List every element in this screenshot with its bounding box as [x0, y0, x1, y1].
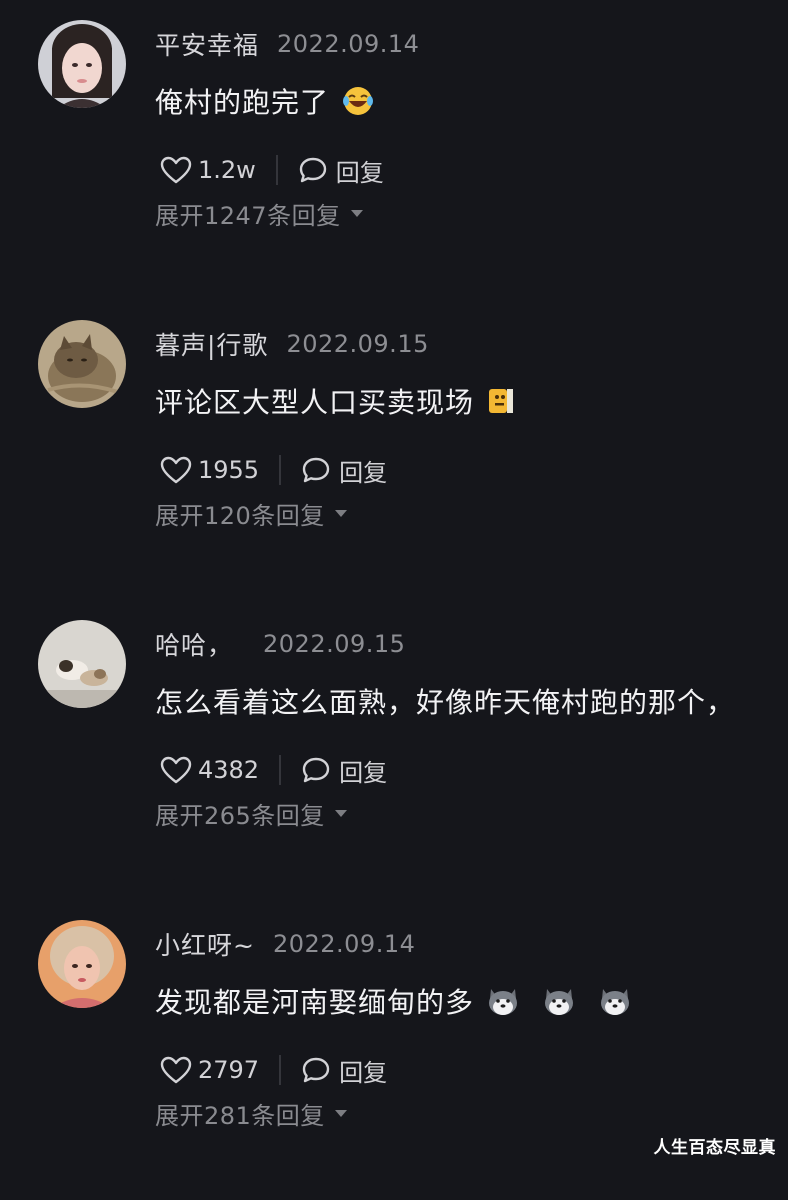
like-count: 2797 [198, 1056, 260, 1084]
husky-face-icon [598, 985, 632, 1017]
reply-label: 回复 [339, 1058, 388, 1087]
expand-replies-label: 展开265条回复 [155, 801, 325, 830]
expand-replies-label: 展开1247条回复 [155, 201, 341, 230]
caret-down-icon [334, 1109, 347, 1117]
divider [275, 155, 278, 185]
expand-replies-button[interactable]: 展开265条回复 [155, 793, 347, 833]
like-button[interactable]: 1.2w [160, 156, 256, 184]
avatar[interactable] [38, 920, 126, 1008]
comment-date: 2022.09.15 [286, 330, 429, 358]
speech-bubble-icon [299, 157, 326, 183]
like-count: 1955 [198, 456, 260, 484]
expand-replies-label: 展开281条回复 [155, 1101, 325, 1130]
reply-label: 回复 [339, 458, 388, 487]
divider [279, 755, 282, 785]
comment-date: 2022.09.15 [263, 630, 406, 658]
caret-down-icon [350, 209, 363, 217]
speech-bubble-icon [302, 1057, 330, 1083]
like-count: 4382 [198, 756, 260, 784]
expand-replies-button[interactable]: 展开1247条回复 [155, 193, 363, 233]
username[interactable]: 暮声|行歌 [155, 326, 268, 362]
heart-icon [160, 1056, 192, 1084]
avatar[interactable] [38, 20, 126, 108]
reply-label: 回复 [335, 158, 384, 187]
divider [279, 455, 282, 485]
username[interactable]: 小红呀~ [155, 926, 255, 962]
comment-date: 2022.09.14 [272, 930, 416, 958]
like-count: 1.2w [198, 156, 256, 184]
expand-replies-label: 展开120条回复 [155, 501, 325, 530]
reply-button[interactable]: 回复 [301, 753, 387, 788]
husky-face-icon [486, 985, 520, 1017]
expand-replies-button[interactable]: 展开120条回复 [155, 493, 347, 533]
speech-bubble-icon [302, 457, 330, 483]
husky-face-icon [542, 985, 576, 1017]
peeking-face-icon [486, 386, 516, 416]
divider [279, 1055, 282, 1085]
avatar-woman-icon [38, 920, 126, 1008]
reply-button[interactable]: 回复 [301, 453, 387, 488]
comment-text: 俺村的跑完了 [155, 86, 330, 119]
heart-icon [160, 156, 192, 184]
username[interactable]: 哈哈， [155, 626, 233, 662]
comment-item: 暮声|行歌 2022.09.15 评论区大型人口买卖现场 1955 回复 展开1… [0, 300, 788, 600]
reply-label: 回复 [339, 758, 388, 787]
speech-bubble-icon [302, 757, 330, 783]
avatar[interactable] [38, 320, 126, 408]
caret-down-icon [334, 809, 347, 817]
comment-item: 哈哈， 2022.09.15 怎么看着这么面熟，好像昨天俺村跑的那个， 4382… [0, 600, 788, 900]
avatar-animals-icon [38, 620, 126, 708]
reply-button[interactable]: 回复 [298, 153, 384, 188]
watermark: 人生百态尽显真 [653, 1138, 776, 1158]
heart-icon [160, 456, 192, 484]
username[interactable]: 平安幸福 [155, 26, 259, 62]
expand-replies-button[interactable]: 展开281条回复 [155, 1093, 347, 1133]
avatar-woman-icon [38, 20, 126, 108]
comment-item: 平安幸福 2022.09.14 俺村的跑完了 1.2w 回复 展开1247条回复 [0, 0, 788, 300]
comment-text: 评论区大型人口买卖现场 [155, 386, 475, 419]
like-button[interactable]: 2797 [160, 1056, 259, 1084]
like-button[interactable]: 1955 [160, 456, 259, 484]
laughing-face-icon [341, 86, 375, 116]
comment-text: 发现都是河南娶缅甸的多 [155, 986, 475, 1019]
caret-down-icon [334, 509, 347, 517]
avatar-cat-icon [38, 320, 126, 408]
avatar[interactable] [38, 620, 126, 708]
comment-text: 怎么看着这么面熟，好像昨天俺村跑的那个， [155, 686, 736, 719]
comment-date: 2022.09.14 [277, 30, 420, 58]
reply-button[interactable]: 回复 [301, 1053, 387, 1088]
like-button[interactable]: 4382 [160, 756, 259, 784]
heart-icon [160, 756, 192, 784]
